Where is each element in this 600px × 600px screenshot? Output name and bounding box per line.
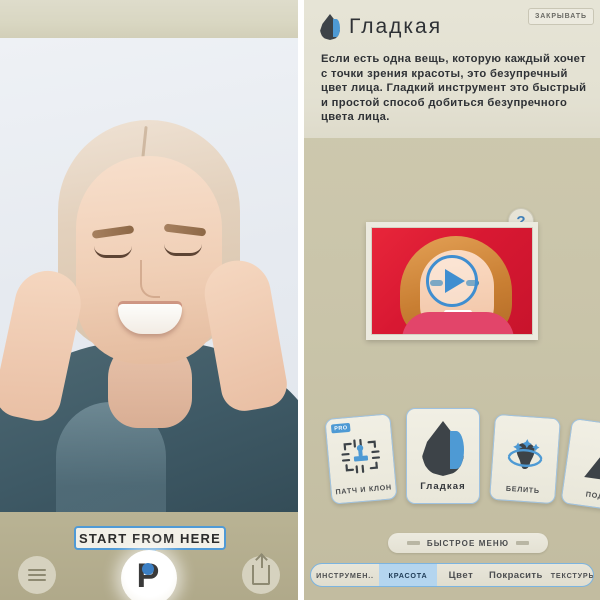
tool-cards-carousel[interactable]: PRO ПАТЧ И КЛОН Гладкая БЕЛИТЬ ПОД <box>304 408 600 513</box>
photo-eye-left <box>94 246 132 258</box>
share-upload-icon <box>252 554 270 585</box>
start-from-here-button[interactable]: START FROM HERE <box>74 526 226 550</box>
tab-paint[interactable]: Покрасить <box>485 564 547 586</box>
right-screen: Гладкая ЗАКРЫВАТЬ Если есть одна вещь, к… <box>304 0 600 600</box>
quick-menu-dash-left <box>406 541 420 545</box>
menu-button[interactable] <box>18 556 56 594</box>
tooth-sparkle-icon <box>507 439 543 469</box>
patch-clone-icon <box>341 438 381 474</box>
bottom-tab-bar[interactable]: ИНСТРУМЕН.. КРАСОТА Цвет Покрасить ТЕКСТ… <box>310 563 594 587</box>
tool-card-patch-and-clone[interactable]: PRO ПАТЧ И КЛОН <box>324 413 398 505</box>
tool-card-whiten[interactable]: БЕЛИТЬ <box>489 413 561 505</box>
tool-info-sheet: Гладкая ЗАКРЫВАТЬ Если есть одна вещь, к… <box>304 0 600 138</box>
left-bottom-toolbar: START FROM HERE P <box>0 512 298 600</box>
tool-card-label: ПАТЧ И КЛОН <box>335 482 393 497</box>
tab-color[interactable]: Цвет <box>437 564 485 586</box>
dual-screen-mockup: START FROM HERE P Гладкая ЗАКРЫВАТЬ Если… <box>0 0 600 600</box>
triangle-icon <box>584 455 600 481</box>
tool-card-label: ПОД <box>585 489 600 501</box>
share-button[interactable] <box>242 554 280 594</box>
sheet-header: Гладкая <box>320 14 442 40</box>
left-top-bar <box>0 0 298 38</box>
quick-menu-label: БЫСТРОЕ МЕНЮ <box>426 538 510 548</box>
tool-card-lift[interactable]: ПОД <box>560 417 600 513</box>
tab-beauty[interactable]: КРАСОТА <box>379 564 437 586</box>
photo-eye-right <box>164 244 202 256</box>
app-logo-button[interactable]: P <box>121 550 177 600</box>
tutorial-video-card[interactable] <box>366 222 538 340</box>
tab-tools[interactable]: ИНСТРУМЕН.. <box>311 564 379 586</box>
photo-nose <box>140 260 160 298</box>
water-drop-icon <box>320 14 340 40</box>
tool-description: Если есть одна вещь, которую каждый хоче… <box>321 53 587 123</box>
quick-menu-dash-right <box>516 541 530 545</box>
video-thumbnail <box>371 227 533 335</box>
water-drop-icon <box>422 421 464 476</box>
quick-menu-button[interactable]: БЫСТРОЕ МЕНЮ <box>388 533 548 553</box>
close-button[interactable]: ЗАКРЫВАТЬ <box>527 8 594 25</box>
tool-card-label: БЕЛИТЬ <box>505 483 541 496</box>
play-button[interactable] <box>426 255 478 307</box>
tool-card-label: Гладкая <box>420 481 466 492</box>
play-triangle-icon <box>445 269 465 293</box>
video-girl-shirt <box>402 312 514 334</box>
tab-textures[interactable]: ТЕКСТУРЫ <box>547 564 593 586</box>
pro-badge: PRO <box>330 422 352 434</box>
app-logo-p-icon: P <box>136 557 160 595</box>
page-title: Гладкая <box>349 15 443 38</box>
hamburger-menu-icon <box>28 567 46 583</box>
portrait-photo[interactable] <box>0 38 298 512</box>
tool-card-smooth[interactable]: Гладкая <box>406 408 480 504</box>
left-screen: START FROM HERE P <box>0 0 298 600</box>
